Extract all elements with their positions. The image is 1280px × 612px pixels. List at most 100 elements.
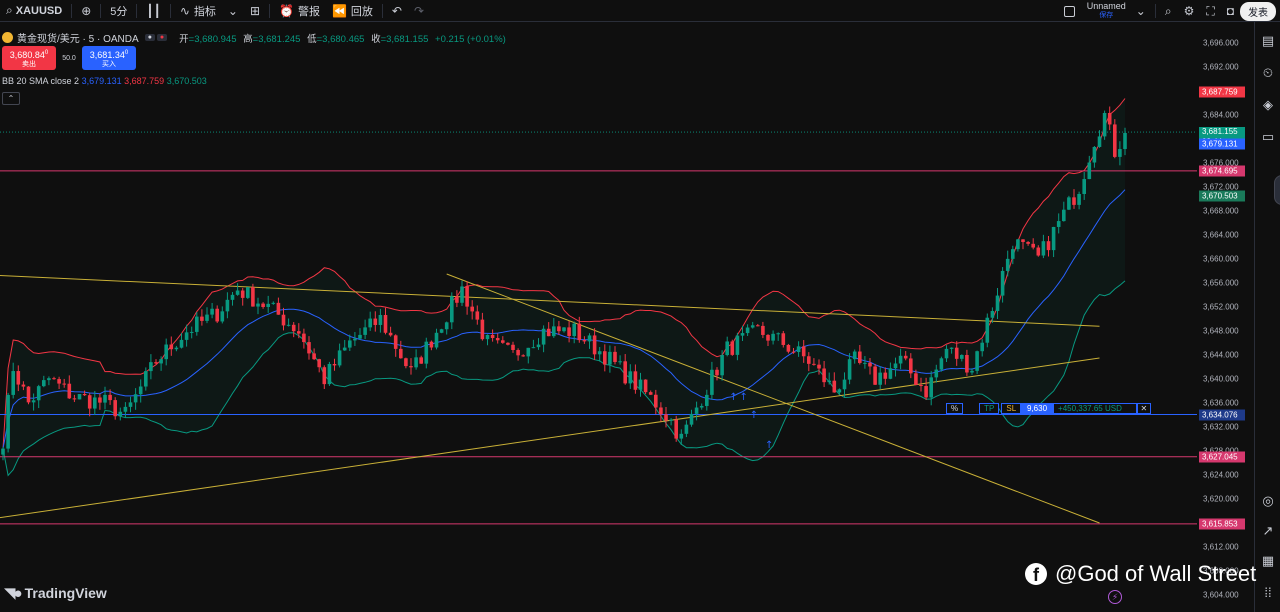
candle-body <box>817 364 821 369</box>
candle-body <box>261 303 265 307</box>
compare-button[interactable]: ⊕ <box>75 0 97 22</box>
layout-dropdown[interactable]: ⌄ <box>1130 0 1152 22</box>
candle-body <box>210 308 214 315</box>
alarm-clock-icon[interactable]: ⏲ <box>1259 64 1277 82</box>
candle-body <box>174 347 179 350</box>
sell-button[interactable]: 3,680.840 卖出 <box>2 46 56 70</box>
candle-body <box>133 394 138 403</box>
settings-button[interactable]: ⚙ <box>1178 0 1201 22</box>
candle-body <box>169 344 174 350</box>
candle-body <box>67 383 72 399</box>
candle-body <box>1087 162 1092 180</box>
replay-button[interactable]: ⏪ 回放 <box>326 0 379 22</box>
chart-pane[interactable]: ↑ ↑ ↑ ↑ <box>0 23 1197 612</box>
candle-body <box>113 400 117 417</box>
candle-body <box>271 302 276 304</box>
candle-body <box>827 380 831 383</box>
symbol-title[interactable]: 黄金现货/美元 · 5 · OANDA <box>17 30 139 45</box>
layers-icon[interactable]: ◈ <box>1259 96 1277 114</box>
candle-body <box>546 328 551 337</box>
price-axis[interactable]: 3,696.0003,692.0003,684.0003,680.0003,67… <box>1197 23 1254 612</box>
layout-checkbox[interactable] <box>1063 5 1075 17</box>
candle-body <box>251 287 255 307</box>
candle-body <box>307 342 311 354</box>
candle-body <box>980 342 984 352</box>
candle-body <box>852 351 857 360</box>
publish-button[interactable]: 发表 <box>1240 1 1276 21</box>
buy-button[interactable]: 3,681.340 买入 <box>82 46 136 70</box>
price-chart[interactable]: ↑ ↑↑↑ <box>0 23 1197 612</box>
candle-body <box>781 333 786 345</box>
chart-type-button[interactable]: ┃┃ <box>140 0 166 22</box>
chat-icon[interactable]: ▭ <box>1259 128 1277 146</box>
candle-body <box>429 341 434 348</box>
position-quantity[interactable]: 9,630 <box>1021 403 1054 414</box>
indicators-dropdown[interactable]: ⌄ <box>222 0 244 22</box>
candle-body <box>1123 133 1127 150</box>
candle-body <box>903 355 908 359</box>
take-profit-button[interactable]: TP <box>979 403 1000 414</box>
lightning-icon[interactable]: ⚡ <box>1108 590 1122 604</box>
symbol-search[interactable]: ⌕ XAUUSD <box>0 0 68 22</box>
order-percent-button[interactable]: % <box>946 403 964 414</box>
target-icon[interactable]: ◎ <box>1259 492 1277 510</box>
candle-body <box>878 372 882 385</box>
candle-body <box>756 325 760 327</box>
redo-button[interactable]: ↷ <box>408 0 430 22</box>
candle-body <box>144 371 148 387</box>
watchlist-icon[interactable]: ▤ <box>1259 32 1277 50</box>
sidebar-expand-handle[interactable] <box>1274 175 1280 205</box>
bb-basis-price-label: 3,679.131 <box>1199 138 1245 150</box>
alerts-button[interactable]: ⏰ 警报 <box>273 0 326 22</box>
trade-arrow-marker: ↑ <box>740 392 748 403</box>
candle-body <box>582 340 587 342</box>
candle-body <box>791 351 796 353</box>
calendar-icon[interactable]: ▦ <box>1259 552 1277 570</box>
candle-body <box>669 419 673 421</box>
candle-body <box>613 351 617 362</box>
candle-body <box>990 311 995 318</box>
apps-grid-icon[interactable]: ⁞⁞ <box>1259 584 1277 602</box>
bb-lower-value: 3,670.503 <box>166 76 207 86</box>
candle-body <box>118 411 123 417</box>
close-position-button[interactable]: ✕ <box>1136 403 1151 414</box>
templates-button[interactable]: ⊞ <box>244 0 266 22</box>
candle-body <box>159 359 163 364</box>
layout-name-button[interactable]: Unnamed 保存 <box>1083 2 1130 20</box>
bb-legend[interactable]: BB 20 SMA close 2 3,679.131 3,687.759 3,… <box>2 76 207 86</box>
divider <box>381 3 383 18</box>
candle-body <box>801 346 806 357</box>
candle-body <box>322 367 327 385</box>
search-icon: ⌕ <box>1164 3 1172 18</box>
candle-body <box>1067 197 1071 210</box>
candle-body <box>281 314 286 326</box>
candle-body <box>954 347 959 359</box>
candle-body <box>1056 221 1061 227</box>
candle-body <box>1102 112 1107 137</box>
indicators-button[interactable]: ∿ 指标 <box>174 0 222 22</box>
facebook-icon: f <box>1025 563 1047 585</box>
price-tick-label: 3,624.000 <box>1203 470 1239 480</box>
stop-loss-button[interactable]: SL <box>1001 403 1022 414</box>
candle-body <box>475 311 480 320</box>
undo-button[interactable]: ↶ <box>386 0 408 22</box>
candle-body <box>128 402 133 407</box>
candle-body <box>291 324 296 332</box>
candle-body <box>740 333 745 336</box>
facebook-watermark: f @God of Wall Street <box>1025 561 1256 587</box>
candle-body <box>883 372 888 379</box>
divider <box>100 3 102 18</box>
ideas-icon[interactable]: ↗ <box>1259 522 1277 540</box>
interval-button[interactable]: 5分 <box>104 0 133 22</box>
candle-body <box>511 344 515 350</box>
collapse-legend-button[interactable]: ⌃ <box>2 92 20 105</box>
candle-body <box>674 419 678 439</box>
quick-search-button[interactable]: ⌕ <box>1159 0 1178 22</box>
candle-body <box>710 369 714 395</box>
candle-body <box>11 371 15 395</box>
candle-body <box>975 351 979 371</box>
fullscreen-button[interactable]: ⛶ <box>1200 0 1220 22</box>
snapshot-button[interactable]: ◘ <box>1221 0 1240 22</box>
price-tick-label: 3,640.000 <box>1203 374 1239 384</box>
price-tick-label: 3,656.000 <box>1203 278 1239 288</box>
